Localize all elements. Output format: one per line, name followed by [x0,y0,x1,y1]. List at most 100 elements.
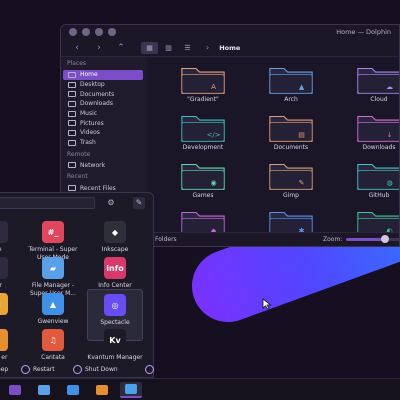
pin-icon[interactable]: ✎ [133,197,145,209]
folder-icon: ◉ [181,163,225,190]
status-bar: Folders Zoom: [147,232,399,246]
folder-item[interactable]: </> Development [159,113,247,151]
folder-item[interactable]: ◉ Games [159,161,247,199]
sidebar-item-documents[interactable]: Documents [63,89,143,99]
launcher-icon [9,385,21,395]
recent-files-icon [68,185,76,192]
launcher-task-button[interactable] [4,382,26,398]
shut-down-icon [73,364,82,374]
videos-icon [68,129,76,136]
zoom-label: Zoom: [323,236,343,243]
folder-label: GitHub [368,191,390,199]
folder-label: "Gradient" [187,95,219,103]
launcher-search-row: ⚙ ✎ [0,197,155,211]
ole-icon [0,221,8,243]
compact-view-icon[interactable]: ▥ [160,42,177,54]
folder-label: Arch [284,95,298,103]
sidebar-item-downloads[interactable]: Downloads [63,99,143,109]
up-icon[interactable]: ⌃ [115,43,127,53]
folder-item[interactable]: ▲ Arch [247,65,335,103]
folder-item[interactable]: ↓ Downloads [335,113,399,151]
system-settings-task-button[interactable] [33,382,55,398]
sidebar-item-label: Pictures [80,119,104,127]
edia-er-icon: ◉ [0,329,8,351]
sidebar-item-label: Recent Files [80,184,116,192]
icons-view-icon[interactable]: ▦ [141,41,158,54]
home-icon [68,71,76,78]
pictures-icon [68,120,76,127]
network-icon [68,162,76,169]
zoom-slider-fill [346,238,385,241]
folder-icon: ↓ [357,115,399,142]
shut-down-button[interactable]: Shut Down [73,364,118,374]
launcher-search-input[interactable] [0,197,95,209]
sidebar-item-music[interactable]: Music [63,109,143,119]
folder-icon: A [181,67,225,94]
eep-button[interactable]: eep [0,366,8,373]
sidebar-item-desktop[interactable]: Desktop [63,80,143,90]
desktop-icon [68,81,76,88]
folder-item[interactable]: ◍ GitHub [335,161,399,199]
folder-label: Documents [273,143,309,151]
configure-icon[interactable]: ⚙ [105,197,117,209]
sidebar-item-label: Trash [80,139,96,147]
window-menu-dot[interactable] [108,28,116,36]
application-launcher: ⚙ ✎ ole#_Terminal - Super User Mode◆Inks… [0,192,154,378]
folder-item[interactable]: ▤ Documents [247,113,335,151]
inkscape-icon: ◆ [104,221,126,243]
sidebar-item-label: Desktop [80,81,105,89]
window-titlebar[interactable]: Home — Dolphin [61,25,399,39]
folder-icon: ✎ [269,163,313,190]
sidebar-item-network[interactable]: Network [63,161,143,171]
folder-label: Downloads [362,143,396,151]
folder-item[interactable]: ☁ Cloud [335,65,399,103]
zoom-control: Zoom: [323,235,399,243]
folder-item[interactable]: ✎ Gimp [247,161,335,199]
power-label: Restart [33,365,55,373]
folder-label: Games [192,191,214,199]
places-section-title: Places [67,60,87,67]
window-maximize-dot[interactable] [95,28,103,36]
discover-task-button[interactable] [62,382,84,398]
folder-emblem-icon: ▤ [298,130,305,139]
power-label: Shut Down [85,365,118,373]
view-mode-group: ▦ ▥ ☰ [141,41,196,54]
app-label: Kvantum Manager [87,354,143,361]
sidebar-item-label: Home [80,71,98,79]
zoom-slider-handle[interactable] [380,235,389,243]
power-label: eep [0,365,9,373]
back-icon[interactable]: ‹ [71,43,83,53]
folder-emblem-icon: ✎ [299,178,305,187]
zoom-slider[interactable] [346,235,399,243]
music-icon [68,110,76,117]
window-close-dot[interactable] [69,28,77,36]
folder-item[interactable]: A "Gradient" [159,65,247,103]
restart-button[interactable]: Restart [21,364,55,374]
power-menu-icon[interactable] [145,364,154,374]
window-minimize-dot[interactable] [82,28,90,36]
remote-section-title: Remote [67,150,91,158]
trash-icon [68,139,76,146]
sidebar-item-pictures[interactable]: Pictures [63,118,143,128]
mouse-cursor-icon [262,298,272,310]
app-label: edia er [0,354,8,361]
forward-icon[interactable]: › [93,43,105,53]
recent-section-title: Recent [67,173,88,181]
sidebar-item-videos[interactable]: Videos [63,128,143,138]
terminal-super-user-mode-icon: #_ [42,221,64,243]
details-view-icon[interactable]: ☰ [179,42,196,54]
system-settings-icon [38,385,50,395]
taskbar [0,378,400,400]
downloads-icon [68,100,76,107]
sidebar-item-label: Network [80,161,106,169]
sidebar-item-home[interactable]: Home [63,70,143,80]
folder-icon: ◍ [357,163,399,190]
folder-emblem-icon: ◉ [211,178,217,187]
folder-icon: ▤ [269,115,313,142]
sidebar-item-trash[interactable]: Trash [63,138,143,148]
breadcrumb[interactable]: Home [219,44,240,52]
folder-emblem-icon: ▲ [299,82,305,91]
firefox-task-button[interactable] [91,382,113,398]
dolphin-task-button[interactable] [120,382,142,398]
firefox-icon [96,385,108,395]
